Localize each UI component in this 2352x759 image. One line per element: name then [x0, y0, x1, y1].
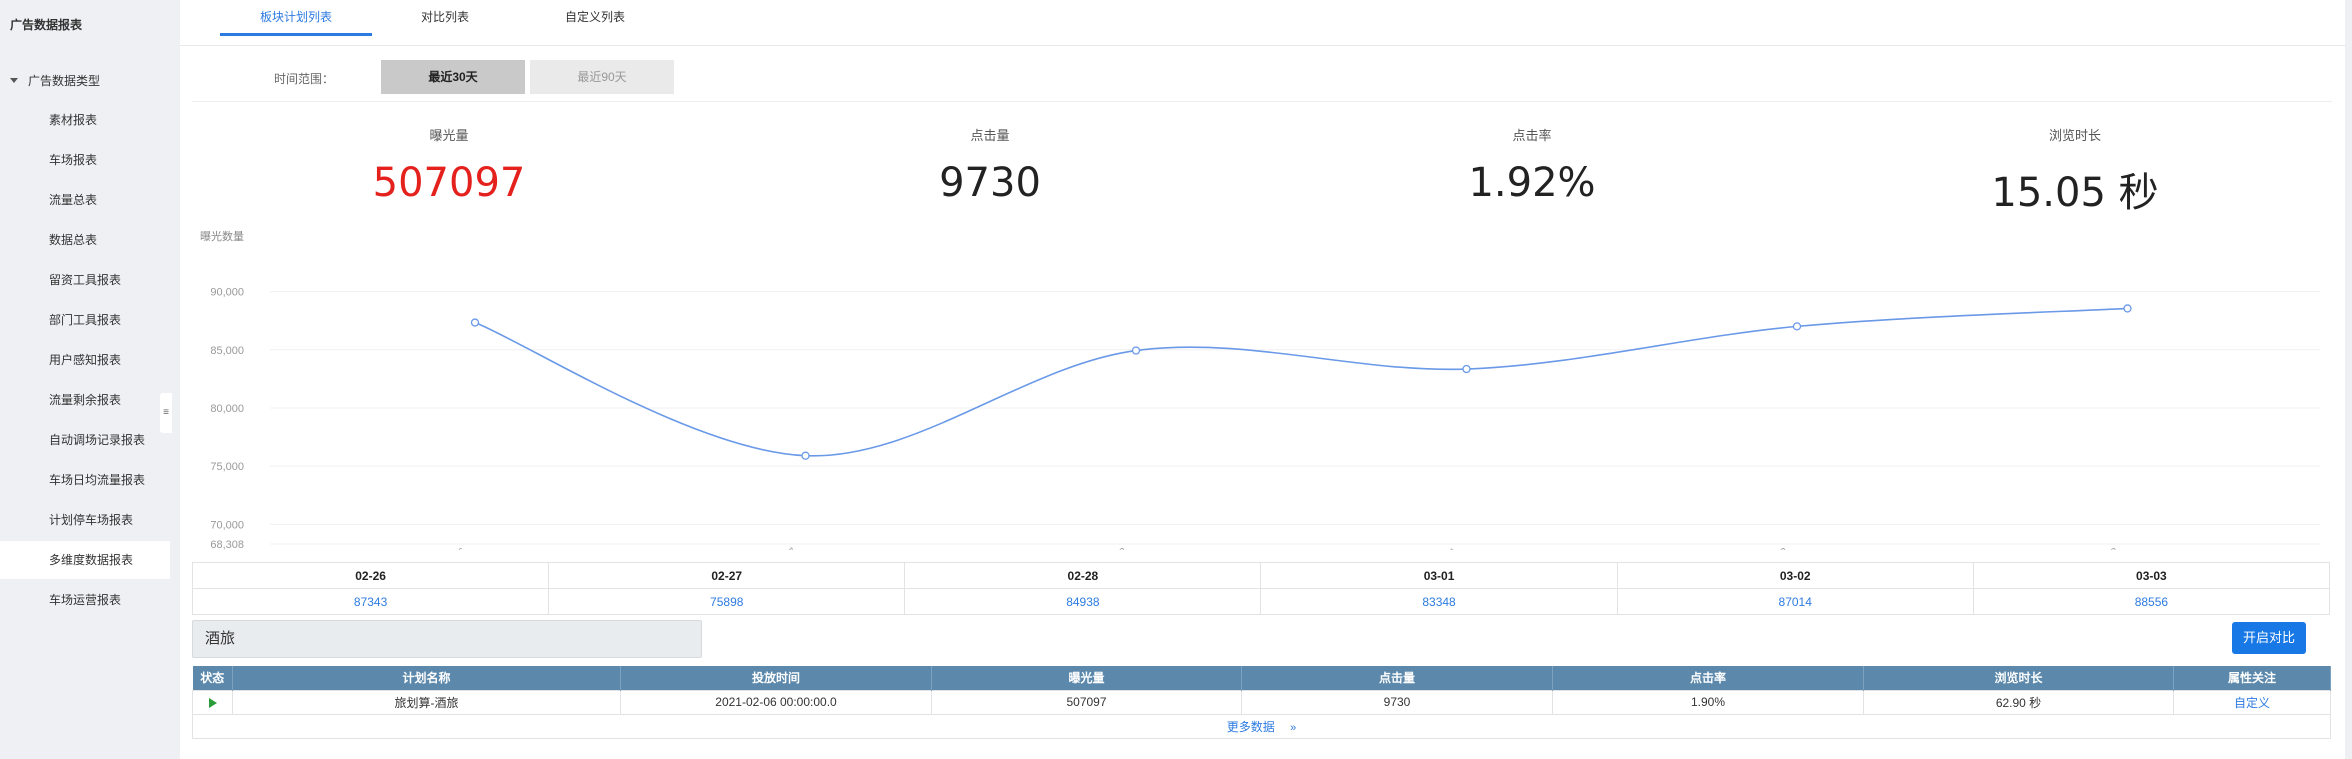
y-axis-label: 曝光数量: [200, 230, 244, 243]
stat-label: 曝光量: [429, 128, 469, 143]
stat-clicks: 点击量 9730: [840, 125, 1140, 206]
data-point: [1131, 346, 1141, 355]
date-value-link[interactable]: 88556: [1972, 588, 2331, 615]
y-tick-label: 68,308: [210, 539, 244, 550]
sidebar-item[interactable]: 计划停车场报表: [0, 501, 170, 539]
sidebar-item[interactable]: 流量剩余报表: [0, 381, 170, 419]
data-point: [801, 451, 810, 460]
date-header-cell: 02-28: [904, 562, 1262, 589]
data-point: [2123, 304, 2132, 313]
x-tick-label: 03-03: [2093, 546, 2121, 550]
sidebar-item[interactable]: 部门工具报表: [0, 301, 170, 339]
date-value-link[interactable]: 87343: [191, 588, 550, 615]
date-header-cell: 03-03: [1972, 562, 2331, 589]
stat-label: 点击量: [970, 128, 1010, 143]
column-header: 计划名称: [232, 666, 621, 690]
more-data-label: 更多数据: [1226, 719, 1275, 734]
y-tick-label: 75,000: [210, 461, 244, 473]
stat-browse-duration: 浏览时长 15.05 秒: [1925, 125, 2225, 218]
data-point: [1462, 364, 1471, 374]
time-range-label: 时间范围：: [274, 72, 335, 86]
sidebar-item[interactable]: 数据总表: [0, 221, 170, 259]
x-tick-label: 02-28: [1102, 546, 1130, 550]
ctr-cell: 1.90%: [1552, 689, 1864, 715]
custom-attr-link[interactable]: 自定义: [2173, 689, 2331, 715]
tab-bar: 板块计划列表 对比列表 自定义列表: [180, 0, 2345, 46]
date-value-link[interactable]: 83348: [1260, 588, 1618, 615]
x-tick-label: 03-02: [1763, 546, 1791, 550]
exposure-cell: 507097: [931, 689, 1242, 715]
series-line: [474, 307, 2128, 457]
date-value-link[interactable]: 87014: [1616, 588, 1974, 615]
y-tick-label: 85,000: [210, 345, 244, 357]
date-header-cell: 02-27: [548, 562, 906, 589]
date-value-link[interactable]: 84938: [904, 588, 1262, 615]
stat-exposure: 曝光量 507097: [299, 125, 599, 206]
sidebar-item[interactable]: 车场日均流量报表: [0, 461, 170, 499]
date-header-cell: 02-26: [191, 562, 550, 589]
x-tick-label: 02-27: [771, 546, 799, 550]
range-90-days-button[interactable]: 最近90天: [530, 60, 674, 94]
stat-value: 15.05 秒: [1991, 170, 2159, 216]
y-tick-label: 80,000: [210, 403, 244, 415]
status-cell[interactable]: [192, 689, 233, 715]
x-tick-label: 02-26: [441, 546, 469, 550]
data-point: [1792, 322, 1802, 331]
plan-table: 状态 计划名称 投放时间 曝光量 点击量 点击率 浏览时长 属性关注 旅划算-酒旅 2021-…: [192, 666, 2331, 739]
sidebar: 广告数据报表 广告数据类型 素材报表 车场报表 流量总表 数据总表 留资工具报表 部门工具…: [0, 0, 172, 759]
more-data-link[interactable]: 更多数据 »: [192, 713, 2331, 739]
date-header-cell: 03-01: [1260, 562, 1618, 589]
divider: [192, 101, 2332, 102]
column-header: 点击量: [1241, 666, 1553, 690]
stat-label: 点击率: [1512, 128, 1552, 143]
caret-down-icon: [10, 78, 18, 83]
exposure-line-chart: 曝光数量 90,000 85,000 80,000 75,000 70,000 68,308…: [190, 229, 2340, 574]
date-header-cell: 03-02: [1616, 562, 1974, 589]
column-header: 曝光量: [931, 666, 1242, 690]
column-header: 状态: [192, 666, 233, 690]
data-point: [470, 318, 480, 327]
sidebar-group-label: 广告数据类型: [28, 74, 101, 88]
sidebar-group-ad-data-type[interactable]: 广告数据类型: [10, 72, 100, 89]
y-tick-label: 90,000: [210, 287, 244, 299]
sidebar-item[interactable]: 用户感知报表: [0, 341, 170, 379]
stat-ctr: 点击率 1.92%: [1382, 125, 1682, 206]
tab-custom-list[interactable]: 自定义列表: [520, 0, 670, 36]
range-30-days-button[interactable]: 最近30天: [381, 60, 525, 94]
plan-filter-input[interactable]: 酒旅: [192, 620, 702, 658]
date-value-link[interactable]: 75898: [548, 588, 906, 615]
daily-exposure-table: 02-26 02-27 02-28 03-01 03-02 03-03 87343 7589…: [191, 562, 2331, 615]
duration-cell: 62.90 秒: [1863, 689, 2174, 715]
stat-value: 507097: [372, 160, 526, 206]
delivery-time-cell: 2021-02-06 00:00:00.0: [620, 689, 932, 715]
column-header: 点击率: [1552, 666, 1864, 690]
clicks-cell: 9730: [1241, 689, 1553, 715]
stat-label: 浏览时长: [2048, 128, 2101, 143]
app-title: 广告数据报表: [10, 18, 83, 32]
column-header: 浏览时长: [1863, 666, 2174, 690]
sidebar-item[interactable]: 素材报表: [0, 101, 170, 139]
y-tick-label: 70,000: [210, 519, 244, 531]
sidebar-item[interactable]: 多维度数据报表: [0, 541, 170, 579]
collapse-sidebar-handle[interactable]: ≡: [160, 393, 172, 433]
sidebar-item[interactable]: 车场运营报表: [0, 581, 170, 619]
plan-name-cell: 旅划算-酒旅: [232, 689, 621, 715]
main-panel: 板块计划列表 对比列表 自定义列表 时间范围： 最近30天 最近90天 曝光量 …: [180, 0, 2345, 759]
sidebar-item[interactable]: 自动调场记录报表: [0, 421, 170, 459]
sidebar-item[interactable]: 流量总表: [0, 181, 170, 219]
column-header: 投放时间: [620, 666, 932, 690]
table-row[interactable]: 旅划算-酒旅 2021-02-06 00:00:00.0 507097 9730…: [192, 689, 2331, 715]
time-range-row: 时间范围： 最近30天 最近90天: [180, 56, 2345, 102]
stat-value: 9730: [939, 160, 1041, 206]
tab-block-plan-list[interactable]: 板块计划列表: [220, 0, 372, 36]
sidebar-item[interactable]: 车场报表: [0, 141, 170, 179]
chevron-down-icon: »: [1290, 721, 1297, 734]
x-tick-label: 03-01: [1432, 546, 1460, 550]
play-icon[interactable]: [208, 697, 217, 708]
sidebar-item[interactable]: 留资工具报表: [0, 261, 170, 299]
enable-compare-button[interactable]: 开启对比: [2232, 622, 2306, 654]
column-header: 属性关注: [2173, 666, 2331, 690]
stat-value: 1.92%: [1468, 160, 1596, 206]
tab-compare-list[interactable]: 对比列表: [370, 0, 520, 36]
